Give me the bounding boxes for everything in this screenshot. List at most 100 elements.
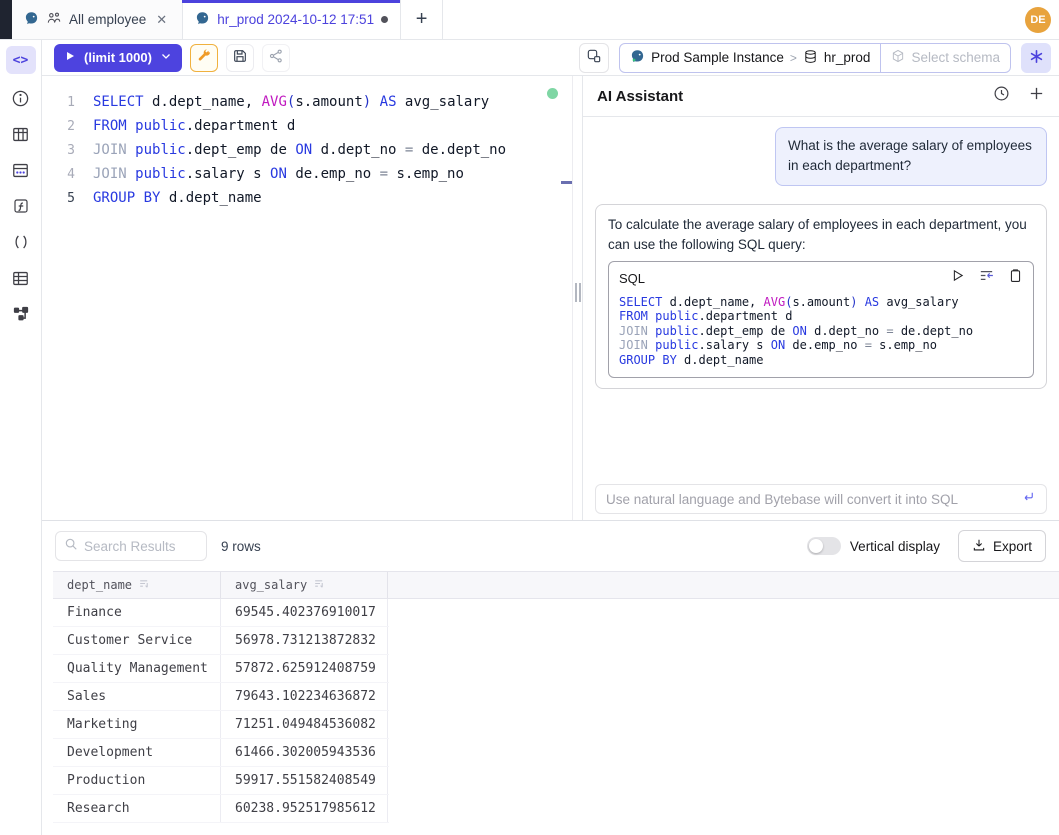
history-icon[interactable] xyxy=(993,85,1010,107)
ai-assistant-button[interactable] xyxy=(1021,43,1051,73)
connection-breadcrumb: Prod Sample Instance > hr_prod Select sc… xyxy=(619,43,1011,73)
tab-hr-prod[interactable]: hr_prod 2024-10-12 17:51 xyxy=(183,0,401,39)
breadcrumb-separator: > xyxy=(790,51,797,65)
column-label: dept_name xyxy=(67,578,132,592)
sql-editor-lines: 1SELECT d.dept_name, AVG(s.amount) AS av… xyxy=(42,90,572,210)
chevron-down-icon[interactable] xyxy=(160,50,172,65)
sort-icon[interactable] xyxy=(138,577,151,593)
table-row: Customer Service56978.731213872832 xyxy=(53,627,389,655)
left-sidebar: <> xyxy=(0,40,42,835)
ai-code-line: FROM public.department d xyxy=(619,309,1023,324)
ai-code-line: SELECT d.dept_name, AVG(s.amount) AS avg… xyxy=(619,295,1023,310)
cell-dept-name[interactable]: Quality Management xyxy=(53,655,221,682)
table-icon[interactable] xyxy=(11,124,30,144)
tab-all-employee[interactable]: All employee ✕ xyxy=(12,0,183,39)
cell-avg-salary[interactable]: 69545.402376910017 xyxy=(221,599,388,626)
sort-icon[interactable] xyxy=(313,577,326,593)
table-row: Research60238.952517985612 xyxy=(53,795,389,823)
select-schema-button[interactable]: Select schema xyxy=(880,44,1010,72)
column-label: avg_salary xyxy=(235,578,307,592)
results-panel: 9 rows Vertical display Export dept_name… xyxy=(42,520,1059,835)
format-sql-button[interactable] xyxy=(190,44,218,72)
editor-line[interactable]: 5GROUP BY d.dept_name xyxy=(42,186,572,210)
switch-connection-icon xyxy=(586,48,602,67)
cell-avg-salary[interactable]: 56978.731213872832 xyxy=(221,627,388,654)
search-results-input[interactable] xyxy=(84,539,198,554)
run-query-label: (limit 1000) xyxy=(84,50,152,65)
share-icon xyxy=(268,48,284,67)
results-table-header: dept_name avg_salary xyxy=(53,571,1059,599)
play-icon xyxy=(64,50,76,65)
vertical-display-label: Vertical display xyxy=(850,539,940,554)
line-number: 3 xyxy=(42,143,75,158)
editor-line[interactable]: 2FROM public.department d xyxy=(42,114,572,138)
export-button[interactable]: Export xyxy=(958,530,1046,562)
column-header-dept-name[interactable]: dept_name xyxy=(53,572,221,598)
switch-connection-button[interactable] xyxy=(579,43,609,73)
cell-avg-salary[interactable]: 59917.551582408549 xyxy=(221,767,388,794)
new-chat-icon[interactable] xyxy=(1028,85,1045,107)
results-toolbar: 9 rows Vertical display Export xyxy=(42,521,1059,571)
select-schema-label: Select schema xyxy=(911,50,1000,65)
copy-icon[interactable] xyxy=(1008,268,1023,289)
tab-label: All employee xyxy=(69,12,146,27)
sidebar-item-sql-editor[interactable]: <> xyxy=(6,46,36,74)
avatar[interactable]: DE xyxy=(1025,7,1051,33)
ai-code-line: JOIN public.dept_emp de ON d.dept_no = d… xyxy=(619,324,1023,339)
cell-dept-name[interactable]: Production xyxy=(53,767,221,794)
openai-icon xyxy=(1028,48,1045,68)
save-icon xyxy=(232,48,248,67)
ai-prompt-input[interactable] xyxy=(606,492,1013,507)
vertical-display-toggle[interactable] xyxy=(807,537,841,555)
er-diagram-icon[interactable] xyxy=(12,304,30,324)
cell-avg-salary[interactable]: 60238.952517985612 xyxy=(221,795,388,822)
cell-dept-name[interactable]: Development xyxy=(53,739,221,766)
sql-editor[interactable]: 1SELECT d.dept_name, AVG(s.amount) AS av… xyxy=(42,76,573,520)
postgresql-icon xyxy=(195,11,210,29)
insert-into-editor-icon[interactable] xyxy=(978,267,995,290)
run-query-button[interactable]: (limit 1000) xyxy=(54,44,182,72)
toggle-knob xyxy=(809,539,823,553)
share-button[interactable] xyxy=(262,44,290,72)
schema-cube-icon xyxy=(891,49,905,66)
column-header-avg-salary[interactable]: avg_salary xyxy=(221,572,388,598)
view-table-icon[interactable] xyxy=(11,268,30,288)
search-results-box xyxy=(55,531,207,561)
cell-dept-name[interactable]: Sales xyxy=(53,683,221,710)
download-icon xyxy=(972,538,986,555)
cell-dept-name[interactable]: Marketing xyxy=(53,711,221,738)
new-tab-button[interactable]: + xyxy=(401,0,443,39)
cell-avg-salary[interactable]: 57872.625912408759 xyxy=(221,655,388,682)
row-count: 9 rows xyxy=(221,539,261,554)
connection-instance-database[interactable]: Prod Sample Instance > hr_prod xyxy=(620,44,880,72)
editor-line[interactable]: 3JOIN public.dept_emp de ON d.dept_no = … xyxy=(42,138,572,162)
run-code-icon[interactable] xyxy=(950,268,965,289)
database-icon xyxy=(803,49,818,67)
line-number: 4 xyxy=(42,167,75,182)
cell-avg-salary[interactable]: 79643.102234636872 xyxy=(221,683,388,710)
unsaved-dot-icon xyxy=(381,16,388,23)
save-sheet-button[interactable] xyxy=(226,44,254,72)
cell-avg-salary[interactable]: 61466.302005943536 xyxy=(221,739,388,766)
schema-diagram-icon[interactable] xyxy=(11,160,30,180)
cell-avg-salary[interactable]: 71251.049484536082 xyxy=(221,711,388,738)
table-row: Finance69545.402376910017 xyxy=(53,599,389,627)
table-row: Production59917.551582408549 xyxy=(53,767,389,795)
line-number: 1 xyxy=(42,95,75,110)
brackets-icon[interactable] xyxy=(12,232,30,252)
function-icon[interactable] xyxy=(12,196,30,216)
editor-line[interactable]: 1SELECT d.dept_name, AVG(s.amount) AS av… xyxy=(42,90,572,114)
cell-dept-name[interactable]: Research xyxy=(53,795,221,822)
tab-label: hr_prod 2024-10-12 17:51 xyxy=(217,12,374,27)
editor-line[interactable]: 4JOIN public.salary s ON de.emp_no = s.e… xyxy=(42,162,572,186)
instance-name: Prod Sample Instance xyxy=(651,50,784,65)
postgresql-icon xyxy=(630,49,645,67)
info-icon[interactable] xyxy=(11,88,30,108)
cell-dept-name[interactable]: Customer Service xyxy=(53,627,221,654)
cell-dept-name[interactable]: Finance xyxy=(53,599,221,626)
enter-icon[interactable] xyxy=(1021,489,1036,509)
code-language-label: SQL xyxy=(619,269,645,289)
vertical-split-handle[interactable] xyxy=(575,283,581,302)
close-icon[interactable]: ✕ xyxy=(153,10,170,30)
wrench-icon xyxy=(196,48,212,67)
